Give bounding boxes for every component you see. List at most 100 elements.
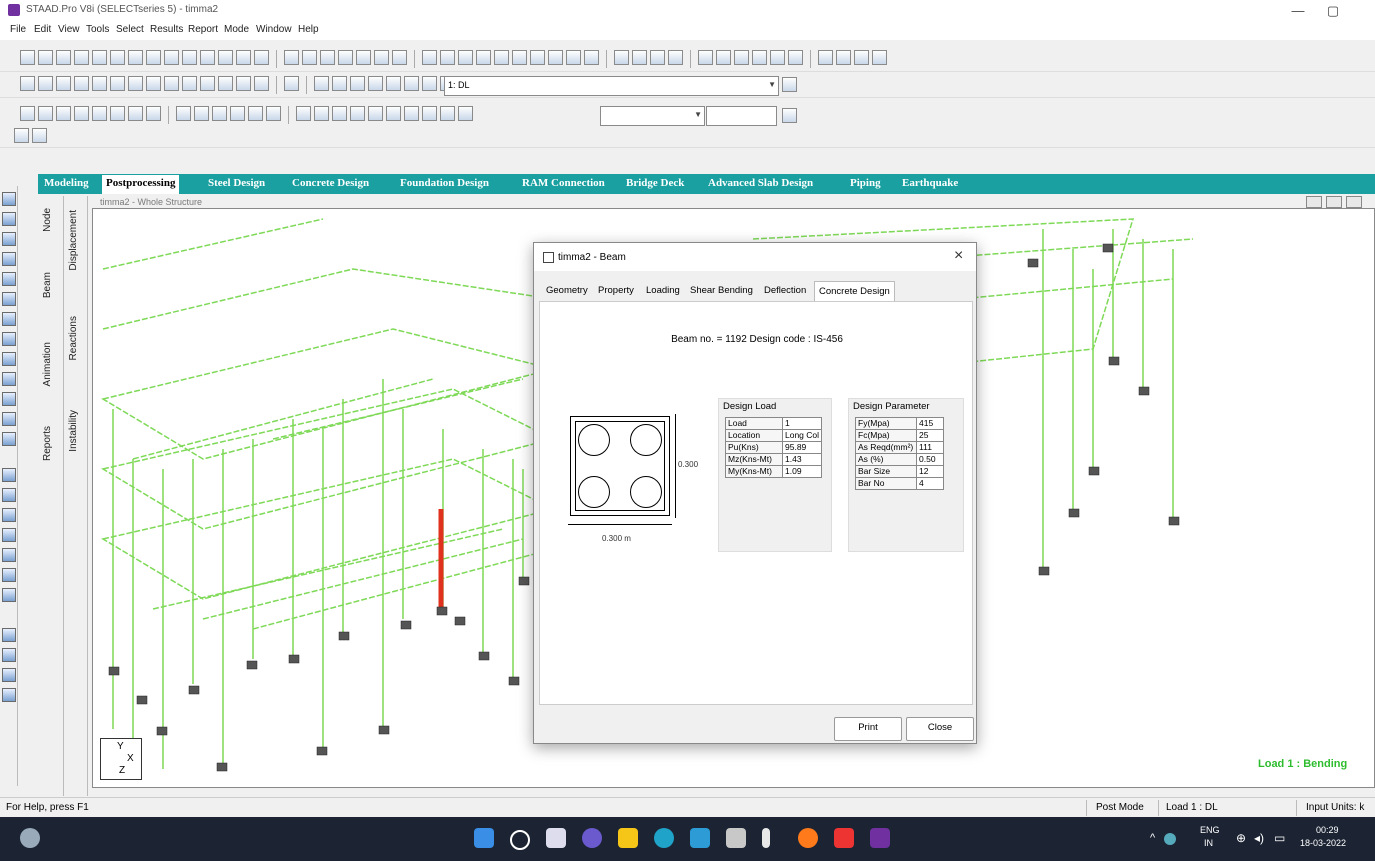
print-button[interactable]: Print bbox=[834, 717, 902, 741]
node-cursor-icon[interactable] bbox=[2, 212, 16, 226]
view-bottom-icon[interactable] bbox=[110, 76, 125, 91]
tab-postprocessing[interactable]: Postprocessing bbox=[102, 175, 180, 194]
print-setup-icon[interactable] bbox=[374, 50, 389, 65]
dialog-close-icon[interactable]: × bbox=[954, 247, 963, 265]
rotate-right-icon[interactable] bbox=[200, 76, 215, 91]
label-4-icon[interactable] bbox=[668, 50, 683, 65]
view-4-icon[interactable] bbox=[2, 688, 16, 702]
spin-left-icon[interactable] bbox=[218, 76, 233, 91]
minimize-button[interactable]: — bbox=[1283, 2, 1313, 20]
language-top[interactable]: ENG bbox=[1200, 825, 1220, 835]
side-tab-beam[interactable]: Beam bbox=[42, 272, 53, 298]
grid-1-icon[interactable] bbox=[176, 106, 191, 121]
staad-taskbar-icon[interactable] bbox=[870, 828, 890, 848]
new-file-icon[interactable] bbox=[20, 50, 35, 65]
tab-ram-connection[interactable]: RAM Connection bbox=[522, 177, 605, 189]
copy-icon[interactable] bbox=[128, 50, 143, 65]
tray-app-icon[interactable] bbox=[1164, 833, 1176, 845]
plate-cursor-icon[interactable] bbox=[2, 252, 16, 266]
task-view-icon[interactable] bbox=[546, 828, 566, 848]
picture-icon[interactable] bbox=[320, 50, 335, 65]
select-8-icon[interactable] bbox=[422, 106, 437, 121]
menu-tools[interactable]: Tools bbox=[86, 24, 109, 35]
fixed-support-icon[interactable] bbox=[734, 50, 749, 65]
view-top-icon[interactable] bbox=[92, 76, 107, 91]
results-4-icon[interactable] bbox=[74, 106, 89, 121]
menu-window[interactable]: Window bbox=[256, 24, 292, 35]
dimension-icon[interactable] bbox=[476, 50, 491, 65]
zoom-previous-icon[interactable] bbox=[404, 76, 419, 91]
tab-geometry[interactable]: Geometry bbox=[546, 281, 588, 301]
results-5-icon[interactable] bbox=[92, 106, 107, 121]
menu-results[interactable]: Results bbox=[150, 24, 183, 35]
select-2-icon[interactable] bbox=[314, 106, 329, 121]
viewport-minimize-button[interactable] bbox=[1306, 196, 1322, 208]
app-icon[interactable] bbox=[762, 828, 770, 848]
structure-icon[interactable] bbox=[236, 50, 251, 65]
rotate-left-icon[interactable] bbox=[182, 76, 197, 91]
select-pointer-icon[interactable] bbox=[2, 192, 16, 206]
side-tab-animation[interactable]: Animation bbox=[42, 342, 53, 386]
export-icon[interactable] bbox=[356, 50, 371, 65]
restore-button[interactable]: ▢ bbox=[1318, 2, 1348, 20]
member-icon[interactable] bbox=[752, 50, 767, 65]
view-2-icon[interactable] bbox=[2, 648, 16, 662]
tab-bridge-deck[interactable]: Bridge Deck bbox=[626, 177, 684, 189]
menu-file[interactable]: File bbox=[10, 24, 26, 35]
arrange-icon[interactable] bbox=[872, 50, 887, 65]
pointer-icon[interactable] bbox=[566, 50, 581, 65]
zoom-in-icon[interactable] bbox=[332, 76, 347, 91]
open-folder-icon[interactable] bbox=[56, 50, 71, 65]
report-icon[interactable] bbox=[302, 50, 317, 65]
dropbox-icon[interactable] bbox=[726, 828, 746, 848]
zoom-out-icon[interactable] bbox=[350, 76, 365, 91]
menu-help[interactable]: Help bbox=[298, 24, 319, 35]
connect-icon[interactable] bbox=[530, 50, 545, 65]
zoom-window-icon[interactable] bbox=[314, 76, 329, 91]
shade-5-icon[interactable] bbox=[2, 548, 16, 562]
start-icon[interactable] bbox=[474, 828, 494, 848]
select-5-icon[interactable] bbox=[368, 106, 383, 121]
view-front-icon[interactable] bbox=[20, 76, 35, 91]
shade-4-icon[interactable] bbox=[2, 528, 16, 542]
plate-icon[interactable] bbox=[458, 50, 473, 65]
language-bottom[interactable]: IN bbox=[1204, 838, 1213, 848]
select-6-icon[interactable] bbox=[386, 106, 401, 121]
shade-6-icon[interactable] bbox=[2, 568, 16, 582]
tab-foundation-design[interactable]: Foundation Design bbox=[400, 177, 489, 189]
grid-4-icon[interactable] bbox=[230, 106, 245, 121]
add-beam-icon[interactable] bbox=[512, 50, 527, 65]
shade-2-icon[interactable] bbox=[2, 488, 16, 502]
clock-time[interactable]: 00:29 bbox=[1316, 825, 1339, 835]
search-icon[interactable] bbox=[510, 830, 530, 850]
tab-property[interactable]: Property bbox=[598, 281, 634, 301]
move-cursor-icon[interactable] bbox=[2, 412, 16, 426]
select-4-icon[interactable] bbox=[350, 106, 365, 121]
help-icon[interactable] bbox=[548, 50, 563, 65]
beam-icon[interactable] bbox=[440, 50, 455, 65]
print-preview-icon[interactable] bbox=[284, 50, 299, 65]
viewport-close-button[interactable] bbox=[1346, 196, 1362, 208]
grid-2-icon[interactable] bbox=[194, 106, 209, 121]
edit-icon[interactable] bbox=[200, 50, 215, 65]
tab-steel-design[interactable]: Steel Design bbox=[208, 177, 265, 189]
network-icon[interactable]: ⊕ bbox=[1236, 831, 1246, 845]
tab-deflection[interactable]: Deflection bbox=[764, 281, 806, 301]
node-icon[interactable] bbox=[422, 50, 437, 65]
select-7-icon[interactable] bbox=[404, 106, 419, 121]
file-explorer-icon[interactable] bbox=[618, 828, 638, 848]
cross-section-icon[interactable] bbox=[716, 50, 731, 65]
battery-icon[interactable]: ▭ bbox=[1274, 831, 1285, 845]
view-right-icon[interactable] bbox=[74, 76, 89, 91]
spin-icon[interactable] bbox=[782, 108, 797, 123]
results-7-icon[interactable] bbox=[128, 106, 143, 121]
tab-concrete-design[interactable]: Concrete Design bbox=[292, 177, 369, 189]
delete-icon[interactable] bbox=[146, 50, 161, 65]
volume-icon[interactable]: ◂) bbox=[1254, 831, 1264, 845]
clock-date[interactable]: 18-03-2022 bbox=[1300, 838, 1346, 848]
label-3-icon[interactable] bbox=[650, 50, 665, 65]
teams-icon[interactable] bbox=[582, 828, 602, 848]
display-icon[interactable] bbox=[284, 76, 299, 91]
redo-icon[interactable] bbox=[182, 50, 197, 65]
table-icon[interactable] bbox=[218, 50, 233, 65]
